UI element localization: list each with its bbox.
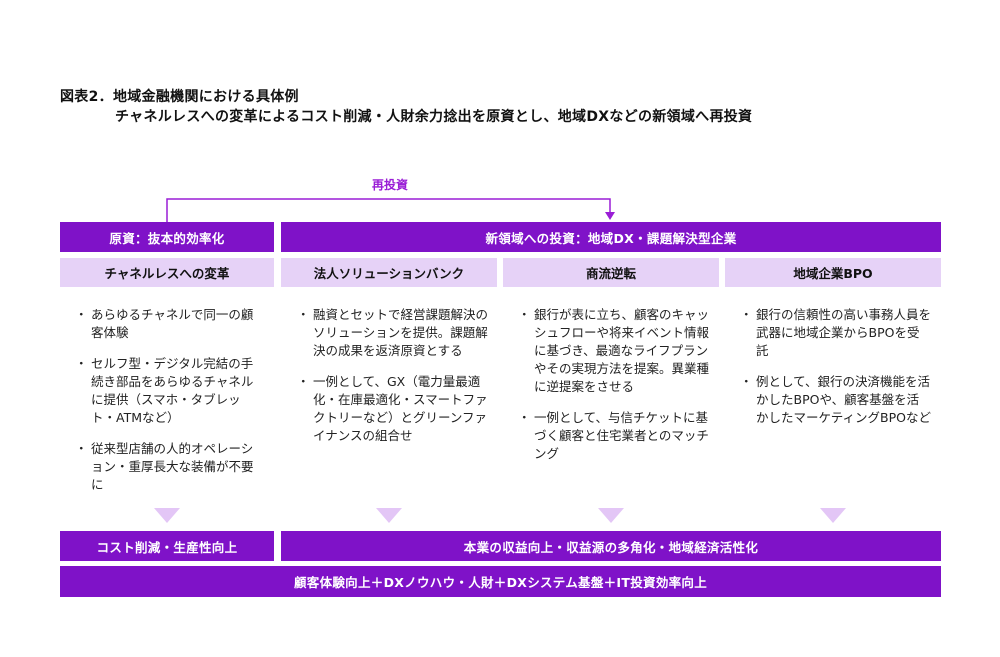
down-triangle-icon	[376, 508, 402, 523]
bullet-item: 一例として、与信チケットに基づく顧客と住宅業者とのマッチング	[518, 409, 709, 463]
right-header-bar: 新領域への投資：地域DX・課題解決型企業	[281, 222, 941, 252]
bullet-item: セルフ型・デジタル完結の手続き部品をあらゆるチャネルに提供（スマホ・タブレット・…	[75, 355, 264, 427]
bullet-item: 融資とセットで経営課題解決のソリューションを提供。課題解決の成果を返済原資とする	[297, 306, 488, 360]
column-body-channelless: あらゆるチャネルで同一の顧客体験 セルフ型・デジタル完結の手続き部品をあらゆるチ…	[75, 306, 264, 507]
column-title-solution-bank: 法人ソリューションバンク	[281, 258, 497, 287]
down-triangle-icon	[820, 508, 846, 523]
column-title-regional-bpo: 地域企業BPO	[725, 258, 941, 287]
bullet-item: 一例として、GX（電力量最適化・在庫最適化・スマートファクトリーなど）とグリーン…	[297, 373, 488, 445]
column-body-commerce-reversal: 銀行が表に立ち、顧客のキャッシュフローや将来イベント情報に基づき、最適なライフプ…	[518, 306, 709, 476]
column-body-regional-bpo: 銀行の信頼性の高い事務人員を武器に地域企業からBPOを受託 例として、銀行の決済…	[740, 306, 931, 440]
column-title-channelless: チャネルレスへの変革	[60, 258, 274, 287]
bottom-summary-bar: 顧客体験向上＋DXノウハウ・人財＋DXシステム基盤＋IT投資効率向上	[60, 566, 941, 597]
bullet-item: あらゆるチャネルで同一の顧客体験	[75, 306, 264, 342]
down-triangle-icon	[154, 508, 180, 523]
column-title-commerce-reversal: 商流逆転	[503, 258, 719, 287]
reinvest-label: 再投資	[371, 178, 408, 192]
right-result-bar: 本業の収益向上・収益源の多角化・地域経済活性化	[281, 531, 941, 561]
bullet-item: 例として、銀行の決済機能を活かしたBPOや、顧客基盤を活かしたマーケティングBP…	[740, 373, 931, 427]
figure-subtitle: チャネルレスへの変革によるコスト削減・人財余力捻出を原資とし、地域DXなどの新領…	[115, 109, 753, 125]
left-header-bar: 原資：抜本的効率化	[60, 222, 274, 252]
figure-title: 図表2．地域金融機関における具体例	[60, 89, 299, 105]
bullet-item: 従来型店舗の人的オペレーション・重厚長大な装備が不要に	[75, 440, 264, 494]
left-result-bar: コスト削減・生産性向上	[60, 531, 274, 561]
column-body-solution-bank: 融資とセットで経営課題解決のソリューションを提供。課題解決の成果を返済原資とする…	[297, 306, 488, 458]
bullet-item: 銀行の信頼性の高い事務人員を武器に地域企業からBPOを受託	[740, 306, 931, 360]
down-triangle-icon	[598, 508, 624, 523]
bullet-item: 銀行が表に立ち、顧客のキャッシュフローや将来イベント情報に基づき、最適なライフプ…	[518, 306, 709, 396]
